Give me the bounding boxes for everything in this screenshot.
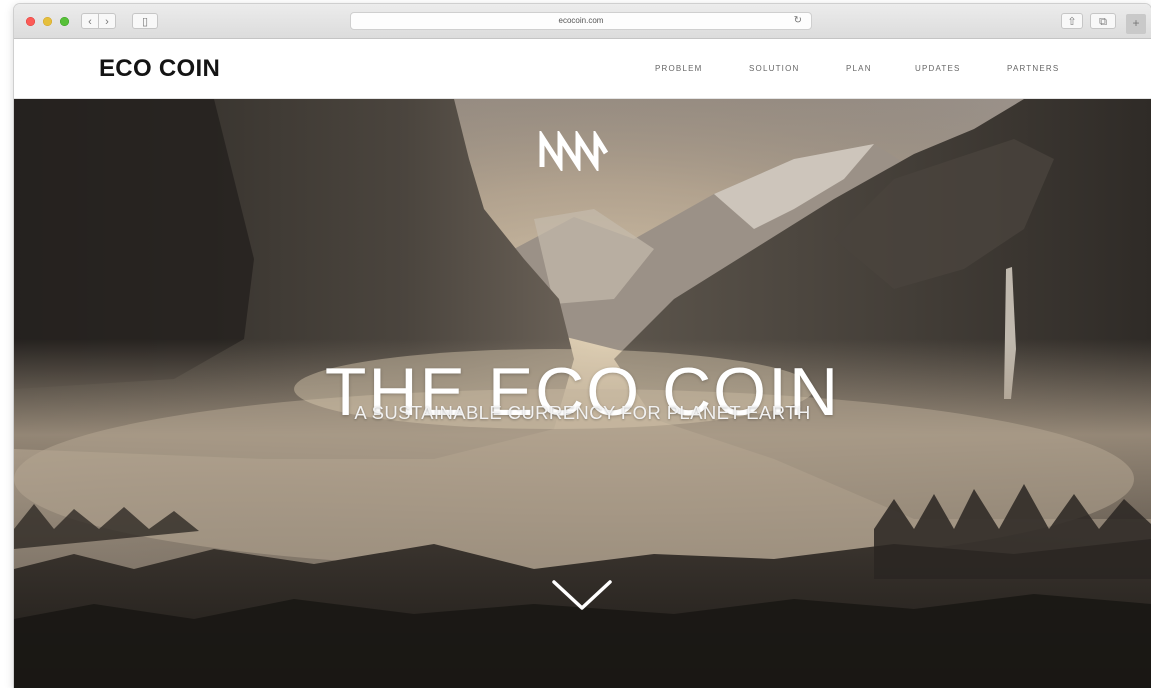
nav-problem[interactable]: PROBLEM <box>655 64 703 73</box>
minimize-window-button[interactable] <box>43 17 52 26</box>
eco-coin-monogram-icon <box>539 131 609 171</box>
reload-icon[interactable]: ↻ <box>794 13 802 29</box>
address-bar[interactable]: ecocoin.com ↻ <box>350 12 812 30</box>
browser-window: ‹ › ▯ ecocoin.com ↻ ⇧ ⧉ + ECO COIN PROBL… <box>14 4 1151 688</box>
nav-partners[interactable]: PARTNERS <box>1007 64 1059 73</box>
tabs-icon[interactable]: ⧉ <box>1090 13 1116 29</box>
url-text: ecocoin.com <box>558 16 604 25</box>
back-icon[interactable]: ‹ <box>81 13 99 29</box>
nav-solution[interactable]: SOLUTION <box>749 64 800 73</box>
hero-subtitle: A SUSTAINABLE CURRENCY FOR PLANET EARTH <box>354 402 811 423</box>
nav-updates[interactable]: UPDATES <box>915 64 961 73</box>
sidebar-icon[interactable]: ▯ <box>132 13 158 29</box>
new-tab-icon[interactable]: + <box>1126 14 1146 34</box>
close-window-button[interactable] <box>26 17 35 26</box>
site-header: ECO COIN PROBLEM SOLUTION PLAN UPDATES P… <box>14 39 1151 99</box>
nav-plan[interactable]: PLAN <box>846 64 872 73</box>
zoom-window-button[interactable] <box>60 17 69 26</box>
hero-section: THE ECO COIN A SUSTAINABLE CURRENCY FOR … <box>14 99 1151 688</box>
main-nav: PROBLEM SOLUTION PLAN UPDATES PARTNERS <box>14 64 1151 76</box>
forward-icon[interactable]: › <box>98 13 116 29</box>
chevron-down-icon[interactable] <box>551 577 613 613</box>
browser-toolbar: ‹ › ▯ ecocoin.com ↻ ⇧ ⧉ + <box>14 4 1151 39</box>
share-icon[interactable]: ⇧ <box>1061 13 1083 29</box>
